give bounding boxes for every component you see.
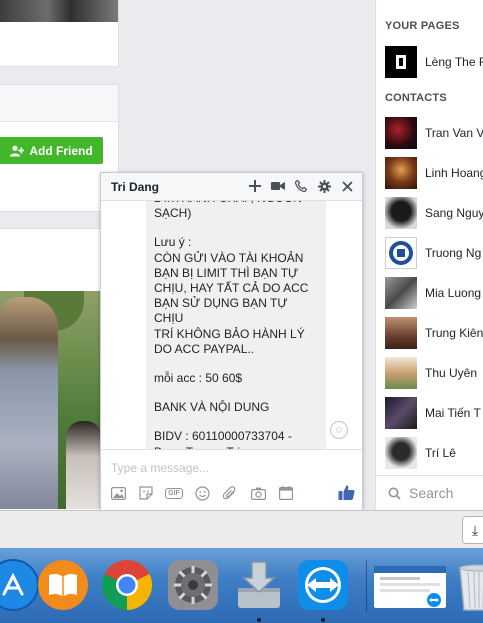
contact-name: Trung Kiên <box>425 326 483 340</box>
contact-name: Truong Ng <box>425 246 482 260</box>
feed-top-photo <box>0 0 118 22</box>
avatar <box>385 397 417 429</box>
avatar <box>385 117 417 149</box>
add-person-icon <box>10 145 25 156</box>
sticker-icon[interactable] <box>137 484 155 502</box>
message-text-4: BANK VÀ NỘI DUNG <box>154 400 270 415</box>
contact-item[interactable]: Trung Kiên <box>385 316 483 350</box>
contact-name: Mai Tiến T <box>425 406 481 420</box>
add-friend-button[interactable]: Add Friend <box>0 137 103 164</box>
contact-name: Sang Nguy <box>425 206 483 220</box>
avatar <box>385 317 417 349</box>
video-call-icon[interactable] <box>269 177 287 195</box>
dock-divider <box>366 560 367 612</box>
search-icon <box>388 487 401 500</box>
page-item[interactable]: Lèng The F <box>385 45 483 79</box>
contact-item[interactable]: Mia Luong <box>385 276 483 310</box>
page-name: Lèng The F <box>425 55 483 69</box>
emoji-icon[interactable] <box>193 484 211 502</box>
calendar-icon[interactable] <box>277 484 295 502</box>
compose-toolbar: GIF <box>109 484 295 502</box>
like-thumb-icon[interactable] <box>336 482 356 502</box>
contact-name: Tran Van V <box>425 126 483 140</box>
your-pages-header: YOUR PAGES <box>385 20 460 32</box>
mac-dock <box>0 548 483 623</box>
chat-message-area[interactable]: 24hTRANH CHẤP, NGUỒN SẠCH) Lưu ý : CÒN G… <box>101 201 362 449</box>
contact-name: Trí Lê <box>425 446 456 460</box>
contact-item[interactable]: Tran Van V <box>385 116 483 150</box>
chat-compose: GIF <box>101 449 362 510</box>
page-avatar <box>385 46 417 78</box>
chat-scrollbar[interactable] <box>354 201 362 449</box>
running-indicator <box>321 618 325 622</box>
chat-sidebar: YOUR PAGES Lèng The F CONTACTS Tran Van … <box>375 0 483 510</box>
running-indicator <box>257 618 261 622</box>
contact-item[interactable]: Thu Uyên <box>385 356 483 390</box>
react-smiley-icon[interactable]: ☺ <box>330 421 348 439</box>
contact-item[interactable]: Mai Tiến T <box>385 396 483 430</box>
chat-contact-name[interactable]: Tri Dang <box>111 180 159 194</box>
add-friend-label: Add Friend <box>29 143 93 158</box>
avatar <box>385 437 417 469</box>
feed-top-card <box>0 0 119 67</box>
avatar <box>385 237 417 269</box>
message-input[interactable] <box>109 458 353 478</box>
downloads-icon[interactable] <box>232 558 286 612</box>
avatar <box>385 197 417 229</box>
photo-icon[interactable] <box>109 484 127 502</box>
avatar <box>385 357 417 389</box>
avatar <box>385 277 417 309</box>
browser-status-bar: ⤓ <box>0 510 483 549</box>
contact-name: Mia Luong <box>425 286 482 300</box>
add-people-icon[interactable] <box>246 177 264 195</box>
message-text-5: BIDV : 60110000733704 - Dang Truong Tri <box>154 429 292 449</box>
gif-label: GIF <box>165 487 183 499</box>
sidebar-search[interactable]: Search <box>376 475 483 510</box>
contact-name: Linh Hoang <box>425 166 483 180</box>
contact-item[interactable]: Truong Ng <box>385 236 483 270</box>
ibooks-icon[interactable] <box>36 558 90 612</box>
close-icon[interactable] <box>338 177 356 195</box>
chat-header[interactable]: Tri Dang <box>101 173 362 201</box>
friend-card-header <box>0 85 118 122</box>
gif-icon[interactable]: GIF <box>165 484 183 502</box>
search-label: Search <box>409 485 454 501</box>
system-preferences-icon[interactable] <box>166 558 220 612</box>
message-bubble: 24hTRANH CHẤP, NGUỒN SẠCH) Lưu ý : CÒN G… <box>146 201 326 449</box>
download-arrow-icon[interactable]: ⤓ <box>462 516 483 544</box>
message-text-2: Lưu ý : CÒN GỬI VÀO TÀI KHOẢN BẠN BỊ LIM… <box>154 235 309 356</box>
chat-window: Tri Dang 24hTRANH CHẤP, NGUỒN SẠCH) Lưu … <box>100 172 363 510</box>
attachment-icon[interactable] <box>221 484 239 502</box>
photo-person <box>0 297 58 509</box>
photo-person-2 <box>66 421 102 509</box>
contact-item[interactable]: Trí Lê <box>385 436 483 470</box>
chrome-icon[interactable] <box>100 558 154 612</box>
phone-call-icon[interactable] <box>292 177 310 195</box>
camera-icon[interactable] <box>249 484 267 502</box>
app-store-icon[interactable] <box>0 558 40 612</box>
message-text-1: 24hTRANH CHẤP, NGUỒN SẠCH) <box>154 201 302 221</box>
message-text-3: mỗi acc : 50 60$ <box>154 371 243 386</box>
contact-name: Thu Uyên <box>425 366 478 380</box>
contact-item[interactable]: Linh Hoang <box>385 156 483 190</box>
trash-icon[interactable] <box>452 558 483 612</box>
contacts-header: CONTACTS <box>385 92 447 104</box>
teamviewer-icon[interactable] <box>296 558 350 612</box>
post-photo[interactable] <box>0 291 102 509</box>
gear-icon[interactable] <box>315 177 333 195</box>
avatar <box>385 157 417 189</box>
window-thumbnail[interactable] <box>372 558 448 612</box>
contact-item[interactable]: Sang Nguy <box>385 196 483 230</box>
